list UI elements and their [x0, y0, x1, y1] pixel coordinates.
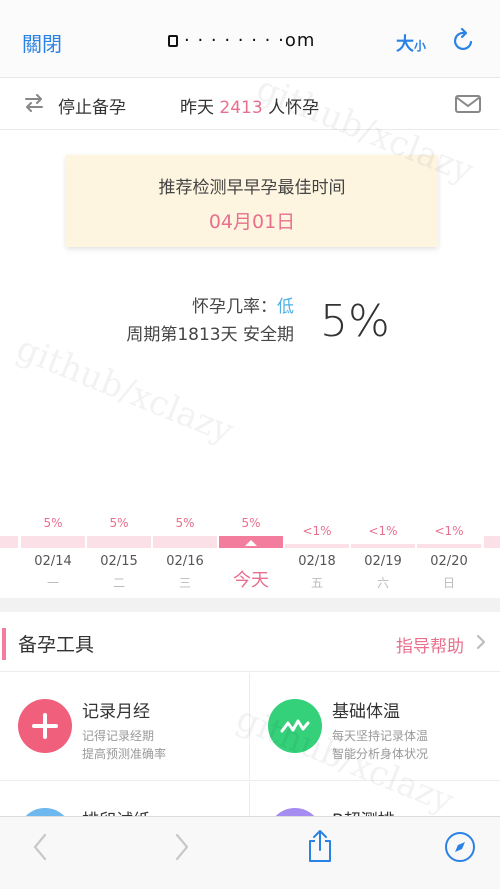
- calendar-day-probability: <1%: [302, 524, 332, 538]
- reload-icon[interactable]: [452, 28, 476, 54]
- recommend-date: 04月01日: [208, 211, 296, 233]
- cycle-info: 周期第1813天 安全期: [126, 325, 294, 345]
- section-divider: [0, 598, 500, 612]
- forward-icon[interactable]: [174, 833, 190, 861]
- chevron-right-icon[interactable]: [476, 634, 486, 650]
- calendar-day-weekday: 二: [112, 576, 125, 590]
- text-size-button[interactable]: 大小: [396, 30, 426, 56]
- recommend-title: 推荐检测早早孕最佳时间: [158, 178, 346, 198]
- calendar-day-bar: [351, 544, 415, 548]
- close-button[interactable]: 關閉: [22, 28, 62, 57]
- calendar-day[interactable]: 5% 02/14 一: [20, 512, 86, 596]
- tools-header: 备孕工具 指导帮助: [0, 614, 500, 672]
- tool-desc: 提高预测准确率: [82, 747, 167, 761]
- tool-desc: 每天坚持记录体温: [332, 729, 429, 743]
- tool-item-period[interactable]: 记录月经 记得记录经期 提高预测准确率: [0, 673, 250, 781]
- back-icon[interactable]: [32, 833, 48, 861]
- calendar-day[interactable]: <1% 02/20 日: [416, 512, 482, 596]
- calendar-day-date: 02/20: [430, 554, 468, 569]
- yesterday-stats: 昨天 2413 人怀孕: [180, 93, 319, 118]
- pulse-icon: [268, 699, 322, 753]
- calendar-day-date: 02/14: [34, 554, 72, 569]
- compass-icon[interactable]: [444, 831, 476, 863]
- url-text: · · · · · · · ·om: [184, 30, 316, 51]
- calendar-day-probability: <1%: [434, 524, 464, 538]
- probability-label-text: 怀孕几率：: [192, 297, 277, 317]
- share-icon[interactable]: [307, 829, 333, 863]
- probability-label: 怀孕几率：低: [192, 292, 294, 317]
- calendar-day-date: 02/19: [364, 554, 402, 569]
- url-bar[interactable]: · · · · · · · ·om: [168, 30, 315, 51]
- recommend-card: 推荐检测早早孕最佳时间 04月01日: [66, 155, 438, 247]
- calendar-day-date: 02/16: [166, 554, 204, 569]
- text-size-big-label: 大: [396, 34, 414, 55]
- today-marker: [245, 540, 257, 546]
- calendar-day-probability: 5%: [109, 516, 129, 530]
- calendar-strip: 5% 02/14 一 5% 02/15 二 5% 02/16 三 5% 今天 <1% 02/18 五 <1%…: [0, 512, 500, 596]
- calendar-day-bar: [87, 536, 151, 548]
- calendar-day-bar: [417, 544, 481, 548]
- calendar-day-probability: 5%: [175, 516, 195, 530]
- tool-title: 基础体温: [332, 702, 400, 722]
- calendar-edge-bar: [484, 536, 500, 548]
- calendar-day[interactable]: 5% 02/16 三: [152, 512, 218, 596]
- calendar-day-date: 02/18: [298, 554, 336, 569]
- stop-trying-button[interactable]: 停止备孕: [58, 93, 126, 118]
- tools-title: 备孕工具: [18, 634, 95, 656]
- switch-icon[interactable]: [24, 94, 44, 112]
- calendar-day[interactable]: <1% 02/19 六: [350, 512, 416, 596]
- calendar-day-bar: [153, 536, 217, 548]
- calendar-day-probability: <1%: [368, 524, 398, 538]
- plus-icon: [18, 699, 72, 753]
- calendar-today-label: 今天: [233, 570, 269, 591]
- probability-level: 低: [277, 297, 294, 317]
- lock-icon: [168, 35, 178, 47]
- probability-value: 5%: [320, 296, 390, 347]
- watermark: github/xclazy: [10, 328, 239, 452]
- calendar-day-probability: 5%: [43, 516, 63, 530]
- yesterday-prefix: 昨天: [180, 98, 220, 118]
- tool-title: 记录月经: [82, 702, 150, 722]
- calendar-day-weekday: 六: [376, 576, 389, 590]
- browser-bottom-bar: [0, 816, 500, 889]
- calendar-day-bar: [21, 536, 85, 548]
- help-link[interactable]: 指导帮助: [396, 632, 464, 657]
- calendar-day-bar: [285, 544, 349, 548]
- mail-icon[interactable]: [455, 95, 481, 113]
- calendar-day-date: 02/15: [100, 554, 138, 569]
- calendar-edge-bar: [0, 536, 18, 548]
- calendar-day-weekday: 三: [178, 576, 191, 590]
- yesterday-suffix: 人怀孕: [262, 98, 320, 118]
- calendar-day-probability: 5%: [241, 516, 261, 530]
- calendar-day[interactable]: 5% 02/15 二: [86, 512, 152, 596]
- calendar-day-weekday: 五: [310, 576, 323, 590]
- calendar-day-today[interactable]: 5% 今天: [218, 512, 284, 596]
- tool-item-temperature[interactable]: 基础体温 每天坚持记录体温 智能分析身体状况: [250, 673, 500, 781]
- header-row: 停止备孕 昨天 2413 人怀孕: [0, 78, 500, 130]
- calendar-day[interactable]: <1% 02/18 五: [284, 512, 350, 596]
- tools-accent-bar: [2, 628, 6, 660]
- calendar-day-weekday: 一: [46, 576, 59, 590]
- yesterday-count: 2413: [219, 98, 263, 118]
- calendar-day-weekday: 日: [442, 576, 455, 590]
- tool-desc: 记得记录经期: [82, 729, 155, 743]
- text-size-small-label: 小: [414, 39, 427, 53]
- browser-top-bar: 關閉 · · · · · · · ·om 大小: [0, 0, 500, 78]
- tool-desc: 智能分析身体状况: [332, 747, 429, 761]
